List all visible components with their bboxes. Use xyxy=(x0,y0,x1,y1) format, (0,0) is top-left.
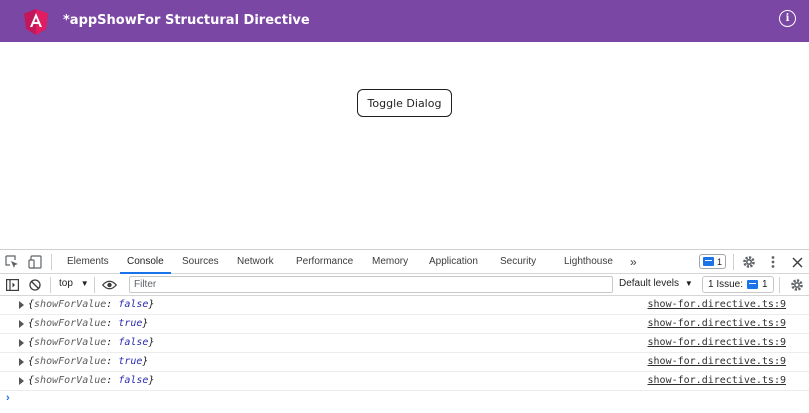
angular-logo-icon xyxy=(24,9,48,35)
toggle-dialog-button[interactable]: Toggle Dialog xyxy=(357,89,452,117)
toolbar-divider xyxy=(51,254,52,270)
app-header: *appShowFor Structural Directive i xyxy=(0,0,809,42)
log-levels-dropdown[interactable]: Default levels ▼ xyxy=(619,278,693,289)
issues-button[interactable]: 1 Issue: 1 xyxy=(702,276,774,293)
app-title: *appShowFor Structural Directive xyxy=(63,13,310,28)
log-key: showForValue xyxy=(34,356,107,367)
log-value: false xyxy=(118,337,149,348)
toolbar-divider xyxy=(94,277,95,293)
messages-badge[interactable]: 1 xyxy=(699,254,727,269)
context-label: top xyxy=(59,278,73,289)
more-tabs-icon[interactable]: » xyxy=(630,250,637,274)
clear-console-icon[interactable] xyxy=(27,277,43,293)
tab-security[interactable]: Security xyxy=(500,250,536,274)
expand-arrow-icon[interactable] xyxy=(19,339,24,347)
log-source-link[interactable]: show-for.directive.ts:9 xyxy=(648,318,786,329)
more-options-icon[interactable] xyxy=(765,254,781,270)
expand-arrow-icon[interactable] xyxy=(19,320,24,328)
close-devtools-icon[interactable] xyxy=(789,254,805,270)
devtools-tab-bar: Elements Console Sources Network Perform… xyxy=(0,250,809,274)
log-levels-label: Default levels xyxy=(619,278,680,289)
log-message[interactable]: {showForValue: true} xyxy=(28,318,148,329)
log-value: false xyxy=(118,375,149,386)
console-prompt-icon[interactable]: › xyxy=(6,392,10,404)
issues-count: 1 xyxy=(762,279,768,290)
log-row: {showForValue: true} show-for.directive.… xyxy=(0,353,809,372)
live-expression-eye-icon[interactable] xyxy=(101,277,117,293)
log-message[interactable]: {showForValue: true} xyxy=(28,356,148,367)
console-settings-gear-icon[interactable] xyxy=(789,277,805,293)
tab-lighthouse[interactable]: Lighthouse xyxy=(564,250,613,274)
tab-performance[interactable]: Performance xyxy=(296,250,353,274)
sidebar-toggle-icon[interactable] xyxy=(4,277,20,293)
expand-arrow-icon[interactable] xyxy=(19,301,24,309)
log-value: false xyxy=(118,299,149,310)
log-value: true xyxy=(118,318,143,329)
log-row: {showForValue: true} show-for.directive.… xyxy=(0,315,809,334)
log-key: showForValue xyxy=(34,375,107,386)
tab-network[interactable]: Network xyxy=(237,250,274,274)
log-row: {showForValue: false} show-for.directive… xyxy=(0,334,809,353)
tab-console[interactable]: Console xyxy=(120,250,171,274)
console-filter-input[interactable] xyxy=(129,276,613,293)
log-source-link[interactable]: show-for.directive.ts:9 xyxy=(648,375,786,386)
tab-memory[interactable]: Memory xyxy=(372,250,408,274)
log-source-link[interactable]: show-for.directive.ts:9 xyxy=(648,337,786,348)
log-row: {showForValue: false} show-for.directive… xyxy=(0,372,809,391)
console-log-list: {showForValue: false} show-for.directive… xyxy=(0,296,809,391)
message-flag-icon xyxy=(703,257,714,266)
inspect-element-icon[interactable] xyxy=(4,254,20,270)
toolbar-divider xyxy=(50,277,51,293)
log-message[interactable]: {showForValue: false} xyxy=(28,299,154,310)
log-key: showForValue xyxy=(34,318,107,329)
expand-arrow-icon[interactable] xyxy=(19,377,24,385)
log-source-link[interactable]: show-for.directive.ts:9 xyxy=(648,299,786,310)
tab-elements[interactable]: Elements xyxy=(67,250,109,274)
context-selector[interactable]: top ▼ xyxy=(59,278,89,289)
log-source-link[interactable]: show-for.directive.ts:9 xyxy=(648,356,786,367)
console-toolbar: top ▼ Default levels ▼ 1 Issue: 1 xyxy=(0,274,809,296)
info-icon[interactable]: i xyxy=(779,10,796,27)
log-row: {showForValue: false} show-for.directive… xyxy=(0,296,809,315)
issues-label: 1 Issue: xyxy=(708,279,744,290)
tab-sources[interactable]: Sources xyxy=(182,250,219,274)
device-toolbar-icon[interactable] xyxy=(27,254,43,270)
devtools-panel: Elements Console Sources Network Perform… xyxy=(0,249,809,413)
log-message[interactable]: {showForValue: false} xyxy=(28,375,154,386)
settings-gear-icon[interactable] xyxy=(741,254,757,270)
expand-arrow-icon[interactable] xyxy=(19,358,24,366)
toolbar-divider xyxy=(733,254,734,270)
log-key: showForValue xyxy=(34,299,107,310)
issue-flag-icon xyxy=(747,280,759,289)
log-message[interactable]: {showForValue: false} xyxy=(28,337,154,348)
messages-count: 1 xyxy=(717,256,723,267)
log-key: showForValue xyxy=(34,337,107,348)
dropdown-caret-icon: ▼ xyxy=(80,279,89,288)
tab-application[interactable]: Application xyxy=(429,250,478,274)
log-value: true xyxy=(118,356,143,367)
dropdown-caret-icon: ▼ xyxy=(684,279,693,288)
toolbar-divider xyxy=(779,277,780,293)
